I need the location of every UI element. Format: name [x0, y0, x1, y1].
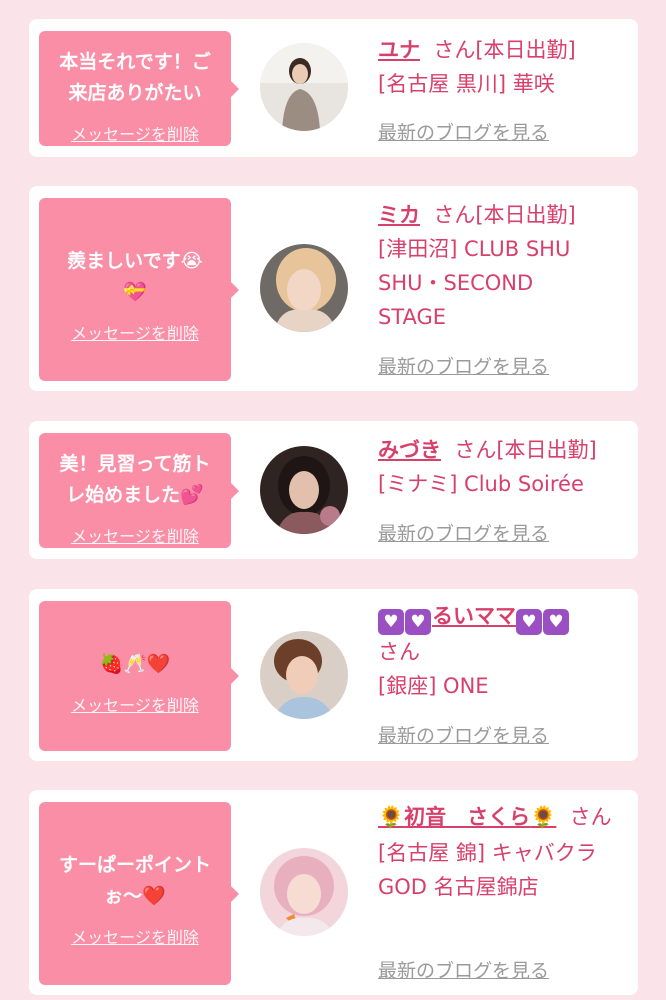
honorific: さん: [433, 203, 476, 227]
message-bubble: すーぱーポイント ぉ〜❤️ メッセージを削除: [39, 802, 239, 985]
avatar[interactable]: [260, 446, 348, 534]
message-text: すーぱーポイント ぉ〜❤️: [58, 854, 211, 907]
delete-message-link[interactable]: メッセージを削除: [49, 324, 221, 344]
purple-heart-icon: ♥: [543, 609, 569, 635]
delete-message-link[interactable]: メッセージを削除: [49, 125, 221, 145]
shop-name: [津田沼] CLUB SHU SHU・SECOND STAGE: [378, 237, 571, 329]
sunflower-icon: 🌻: [530, 805, 557, 829]
sunflower-icon: 🌻: [378, 805, 405, 829]
shop-name: [銀座] ONE: [378, 674, 489, 698]
cast-info: みづき さん[本日出勤] [ミナミ] Club Soirée: [378, 433, 628, 501]
honorific: さん: [454, 438, 497, 462]
cast-name-text: 初音 さくら: [404, 805, 531, 829]
message-card: 本当それです！ご 来店ありがたい メッセージを削除 ユナ さん[本日出勤] [名…: [29, 19, 638, 157]
message-bubble: 美！見習って筋ト レ始めました💕 メッセージを削除: [39, 433, 239, 548]
honorific: さん: [378, 640, 420, 664]
delete-message-link[interactable]: メッセージを削除: [49, 928, 221, 948]
cast-info: ミカ さん[本日出勤] [津田沼] CLUB SHU SHU・SECOND ST…: [378, 198, 628, 334]
blog-link[interactable]: 最新のブログを見る: [378, 118, 549, 145]
cast-name-link[interactable]: みづき: [378, 438, 441, 462]
shop-name: [名古屋 錦] キャバクラ GOD 名古屋錦店: [378, 841, 597, 899]
message-card: すーぱーポイント ぉ〜❤️ メッセージを削除 🌻初音 さくら🌻 さん [名古屋 …: [29, 790, 638, 995]
cast-name-link[interactable]: ♥ ♥ るいママ ♥ ♥: [378, 604, 570, 635]
delete-message-link[interactable]: メッセージを削除: [49, 696, 221, 716]
message-bubble: 羨ましいです😭 💝 メッセージを削除: [39, 198, 239, 381]
avatar[interactable]: [260, 244, 348, 332]
honorific: さん: [569, 805, 612, 829]
shop-name: [ミナミ] Club Soirée: [378, 472, 584, 496]
message-text: 羨ましいです😭 💝: [67, 250, 203, 303]
message-text: 本当それです！ご 来店ありがたい: [59, 51, 211, 104]
blog-link[interactable]: 最新のブログを見る: [378, 352, 549, 379]
purple-heart-icon: ♥: [516, 609, 542, 635]
message-card: 羨ましいです😭 💝 メッセージを削除 ミカ さん[本日出勤] [津田沼] CLU…: [29, 186, 638, 391]
status-badge: [本日出勤]: [475, 38, 576, 62]
message-text: 美！見習って筋ト レ始めました💕: [59, 453, 211, 506]
blog-link[interactable]: 最新のブログを見る: [378, 519, 549, 546]
message-bubble: 🍓🥂❤️ メッセージを削除: [39, 601, 239, 751]
avatar[interactable]: [260, 848, 348, 936]
cast-info: ♥ ♥ るいママ ♥ ♥ さん [銀座] ONE: [378, 599, 628, 703]
cast-info: ユナ さん[本日出勤] [名古屋 黒川] 華咲: [378, 33, 628, 101]
message-card: 美！見習って筋ト レ始めました💕 メッセージを削除 みづき さん[本日出勤] […: [29, 421, 638, 559]
avatar[interactable]: [260, 43, 348, 131]
message-text: 🍓🥂❤️: [99, 653, 171, 675]
cast-info: 🌻初音 さくら🌻 さん [名古屋 錦] キャバクラ GOD 名古屋錦店: [378, 800, 628, 904]
avatar[interactable]: [260, 631, 348, 719]
cast-name-link[interactable]: 🌻初音 さくら🌻: [378, 805, 556, 829]
blog-link[interactable]: 最新のブログを見る: [378, 721, 549, 748]
cast-name-link[interactable]: ミカ: [378, 203, 420, 227]
cast-name-link[interactable]: ユナ: [378, 38, 420, 62]
message-bubble: 本当それです！ご 来店ありがたい メッセージを削除: [39, 31, 239, 146]
status-badge: [本日出勤]: [475, 203, 576, 227]
purple-heart-icon: ♥: [378, 609, 404, 635]
cast-name-text: るいママ: [432, 604, 516, 628]
blog-link[interactable]: 最新のブログを見る: [378, 956, 549, 983]
message-card: 🍓🥂❤️ メッセージを削除 ♥ ♥ るいママ ♥ ♥ さん [銀座] ONE 最新のブロ…: [29, 589, 638, 761]
status-badge: [本日出勤]: [496, 438, 597, 462]
shop-name: [名古屋 黒川] 華咲: [378, 72, 555, 96]
purple-heart-icon: ♥: [405, 609, 431, 635]
honorific: さん: [433, 38, 476, 62]
delete-message-link[interactable]: メッセージを削除: [49, 527, 221, 547]
